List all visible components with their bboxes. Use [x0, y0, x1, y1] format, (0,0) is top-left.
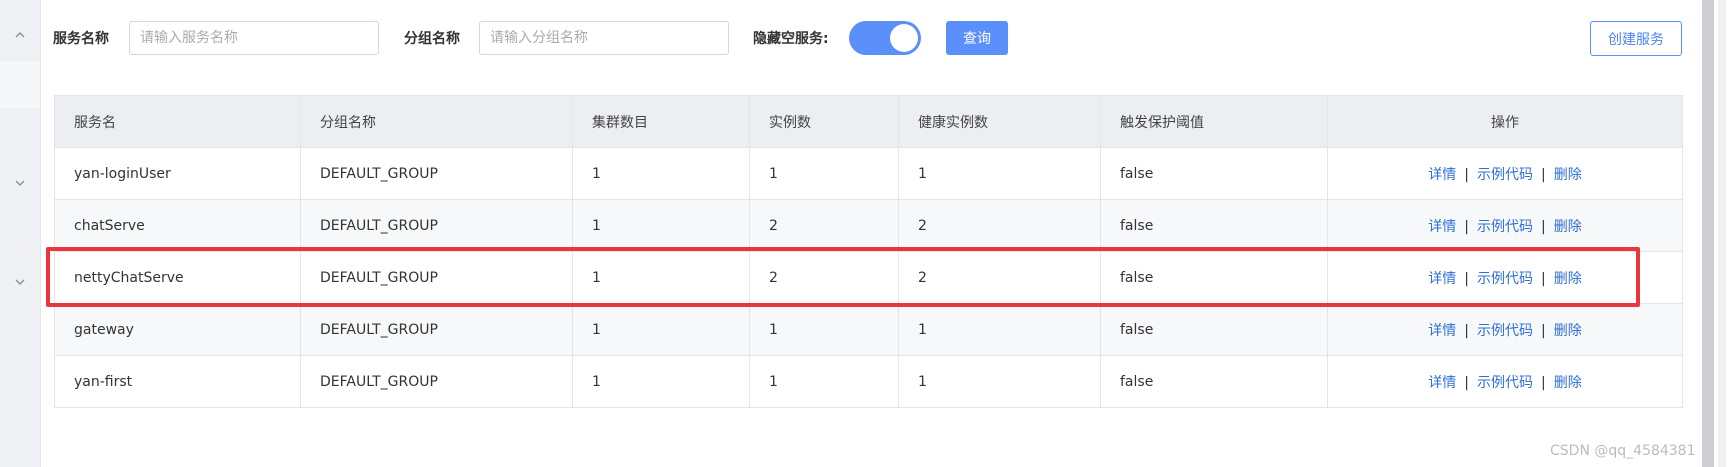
chevron-down-icon[interactable]: [14, 276, 26, 288]
cell-instance-count: 2: [749, 199, 899, 252]
cell-cluster-count: 1: [572, 199, 750, 252]
cell-service-name: nettyChatServe: [54, 251, 301, 304]
scrollbar-edge: [1718, 0, 1726, 467]
action-separator: |: [1541, 322, 1546, 339]
cell-instance-count: 1: [749, 147, 899, 200]
watermark: CSDN @qq_45843813区: [1550, 443, 1719, 459]
action-separator: |: [1464, 270, 1469, 287]
sample-code-link[interactable]: 示例代码: [1477, 323, 1533, 339]
action-separator: |: [1464, 322, 1469, 339]
service-name-label: 服务名称: [53, 31, 109, 47]
table-row: nettyChatServe DEFAULT_GROUP 1 2 2 false…: [54, 251, 1683, 304]
cell-group-name: DEFAULT_GROUP: [300, 199, 573, 252]
hide-empty-services-toggle[interactable]: [849, 21, 921, 55]
sample-code-link[interactable]: 示例代码: [1477, 375, 1533, 391]
cell-cluster-count: 1: [572, 355, 750, 408]
cell-group-name: DEFAULT_GROUP: [300, 355, 573, 408]
table-row: yan-loginUser DEFAULT_GROUP 1 1 1 false …: [54, 147, 1683, 200]
cell-group-name: DEFAULT_GROUP: [300, 251, 573, 304]
delete-link[interactable]: 删除: [1554, 271, 1582, 287]
scrollbar-thumb[interactable]: [1702, 0, 1714, 467]
action-separator: |: [1541, 270, 1546, 287]
hide-empty-services-label: 隐藏空服务:: [753, 31, 829, 47]
cell-protect-threshold: false: [1100, 303, 1328, 356]
cell-healthy-instances: 2: [898, 251, 1101, 304]
column-header-instance-count: 实例数: [749, 95, 899, 148]
cell-actions: 详情 | 示例代码 | 删除: [1327, 251, 1683, 304]
column-header-group-name: 分组名称: [300, 95, 573, 148]
chevron-up-icon[interactable]: [14, 29, 26, 41]
sidebar-selected-item[interactable]: [0, 62, 40, 108]
scrollbar[interactable]: [1696, 0, 1734, 467]
detail-link[interactable]: 详情: [1428, 375, 1456, 391]
cell-actions: 详情 | 示例代码 | 删除: [1327, 199, 1683, 252]
group-name-label: 分组名称: [404, 31, 460, 47]
cell-actions: 详情 | 示例代码 | 删除: [1327, 303, 1683, 356]
column-header-actions: 操作: [1327, 95, 1683, 148]
delete-link[interactable]: 删除: [1554, 219, 1582, 235]
cell-instance-count: 1: [749, 303, 899, 356]
detail-link[interactable]: 详情: [1428, 323, 1456, 339]
column-header-healthy-instances: 健康实例数: [898, 95, 1101, 148]
table-row: gateway DEFAULT_GROUP 1 1 1 false 详情 | 示例代…: [54, 303, 1683, 356]
column-header-cluster-count: 集群数目: [572, 95, 750, 148]
cell-healthy-instances: 2: [898, 199, 1101, 252]
action-separator: |: [1464, 374, 1469, 391]
delete-link[interactable]: 删除: [1554, 167, 1582, 183]
cell-group-name: DEFAULT_GROUP: [300, 147, 573, 200]
service-name-input[interactable]: [129, 21, 379, 55]
services-table: 服务名 分组名称 集群数目 实例数 健康实例数 触发保护阈值 操作 yan-lo…: [54, 95, 1683, 408]
action-separator: |: [1464, 166, 1469, 183]
cell-service-name: chatServe: [54, 199, 301, 252]
cell-service-name: yan-loginUser: [54, 147, 301, 200]
cell-cluster-count: 1: [572, 147, 750, 200]
cell-cluster-count: 1: [572, 251, 750, 304]
sample-code-link[interactable]: 示例代码: [1477, 271, 1533, 287]
delete-link[interactable]: 删除: [1554, 375, 1582, 391]
query-button[interactable]: 查询: [946, 21, 1008, 55]
cell-actions: 详情 | 示例代码 | 删除: [1327, 147, 1683, 200]
services-table-container: 服务名 分组名称 集群数目 实例数 健康实例数 触发保护阈值 操作 yan-lo…: [54, 95, 1683, 408]
toggle-knob: [890, 24, 918, 52]
cell-service-name: gateway: [54, 303, 301, 356]
delete-link[interactable]: 删除: [1554, 323, 1582, 339]
action-separator: |: [1541, 218, 1546, 235]
cell-healthy-instances: 1: [898, 303, 1101, 356]
column-header-service-name: 服务名: [54, 95, 301, 148]
table-row: yan-first DEFAULT_GROUP 1 1 1 false 详情 | 示…: [54, 355, 1683, 408]
chevron-down-icon[interactable]: [14, 177, 26, 189]
cell-protect-threshold: false: [1100, 147, 1328, 200]
cell-healthy-instances: 1: [898, 147, 1101, 200]
cell-cluster-count: 1: [572, 303, 750, 356]
cell-group-name: DEFAULT_GROUP: [300, 303, 573, 356]
cell-instance-count: 2: [749, 251, 899, 304]
cell-protect-threshold: false: [1100, 355, 1328, 408]
detail-link[interactable]: 详情: [1428, 219, 1456, 235]
cell-actions: 详情 | 示例代码 | 删除: [1327, 355, 1683, 408]
action-separator: |: [1541, 374, 1546, 391]
cell-protect-threshold: false: [1100, 251, 1328, 304]
cell-service-name: yan-first: [54, 355, 301, 408]
create-service-button[interactable]: 创建服务: [1590, 21, 1682, 56]
action-separator: |: [1464, 218, 1469, 235]
action-separator: |: [1541, 166, 1546, 183]
table-header-row: 服务名 分组名称 集群数目 实例数 健康实例数 触发保护阈值 操作: [54, 95, 1683, 148]
column-header-protect-threshold: 触发保护阈值: [1100, 95, 1328, 148]
sample-code-link[interactable]: 示例代码: [1477, 219, 1533, 235]
detail-link[interactable]: 详情: [1428, 271, 1456, 287]
group-name-input[interactable]: [479, 21, 729, 55]
detail-link[interactable]: 详情: [1428, 167, 1456, 183]
sample-code-link[interactable]: 示例代码: [1477, 167, 1533, 183]
table-row: chatServe DEFAULT_GROUP 1 2 2 false 详情 | 示…: [54, 199, 1683, 252]
sidebar: [0, 0, 41, 467]
cell-protect-threshold: false: [1100, 199, 1328, 252]
cell-healthy-instances: 1: [898, 355, 1101, 408]
cell-instance-count: 1: [749, 355, 899, 408]
